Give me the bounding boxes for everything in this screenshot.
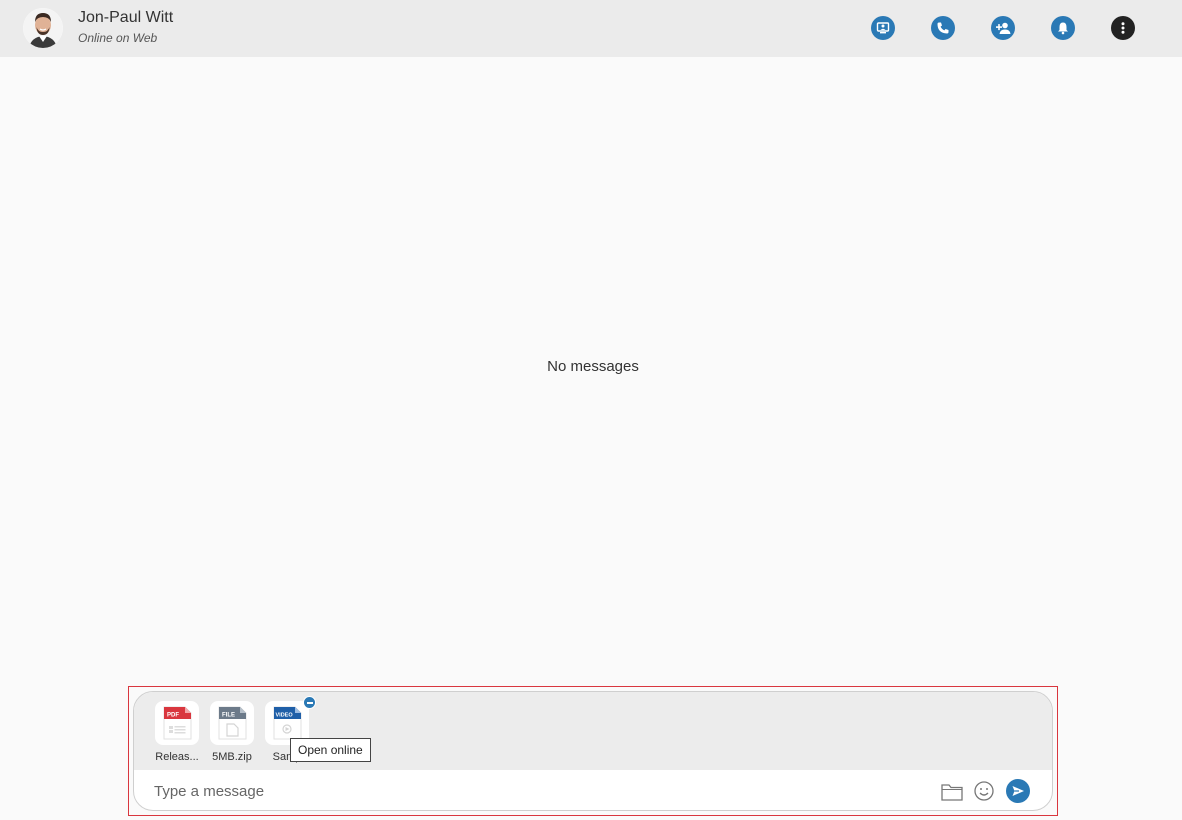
attach-file-button[interactable]: [940, 781, 964, 803]
screen-share-icon: [876, 22, 890, 34]
attachment-item[interactable]: FILE 5MB.zip: [209, 701, 255, 763]
call-button[interactable]: [931, 16, 955, 40]
send-icon: [1012, 786, 1024, 796]
folder-icon: [941, 784, 963, 801]
more-vertical-icon: [1121, 22, 1125, 34]
tooltip: Open online: [290, 738, 371, 762]
svg-text:PDF: PDF: [167, 713, 179, 719]
svg-text:FILE: FILE: [222, 713, 235, 719]
contact-name: Jon-Paul Witt: [78, 9, 174, 26]
contact-status: Online on Web: [78, 31, 158, 45]
svg-text:VIDEO: VIDEO: [276, 713, 294, 719]
more-options-button[interactable]: [1111, 16, 1135, 40]
empty-conversation-text: No messages: [547, 358, 639, 375]
send-button[interactable]: [1006, 779, 1030, 803]
bell-icon: [1058, 22, 1068, 35]
message-input[interactable]: [154, 780, 914, 802]
avatar[interactable]: [23, 8, 63, 48]
remove-attachment-button[interactable]: [303, 696, 316, 709]
attachments-tray: PDF Releas... FILE 5MB.zip VIDEO Samp: [134, 692, 1052, 770]
screen-share-button[interactable]: [871, 16, 895, 40]
smiley-icon: [974, 781, 994, 801]
phone-icon: [937, 22, 949, 34]
chat-header: Jon-Paul Witt Online on Web: [0, 0, 1182, 57]
pdf-file-icon: PDF: [155, 701, 199, 745]
attachment-item[interactable]: PDF Releas...: [154, 701, 200, 763]
add-person-icon: [996, 22, 1011, 34]
attachment-name: 5MB.zip: [212, 751, 252, 763]
emoji-button[interactable]: [973, 780, 995, 802]
notifications-button[interactable]: [1051, 16, 1075, 40]
add-participant-button[interactable]: [991, 16, 1015, 40]
attachment-name: Releas...: [155, 751, 199, 763]
message-composer: PDF Releas... FILE 5MB.zip VIDEO Samp Ty…: [133, 691, 1053, 811]
generic-file-icon: FILE: [210, 701, 254, 745]
